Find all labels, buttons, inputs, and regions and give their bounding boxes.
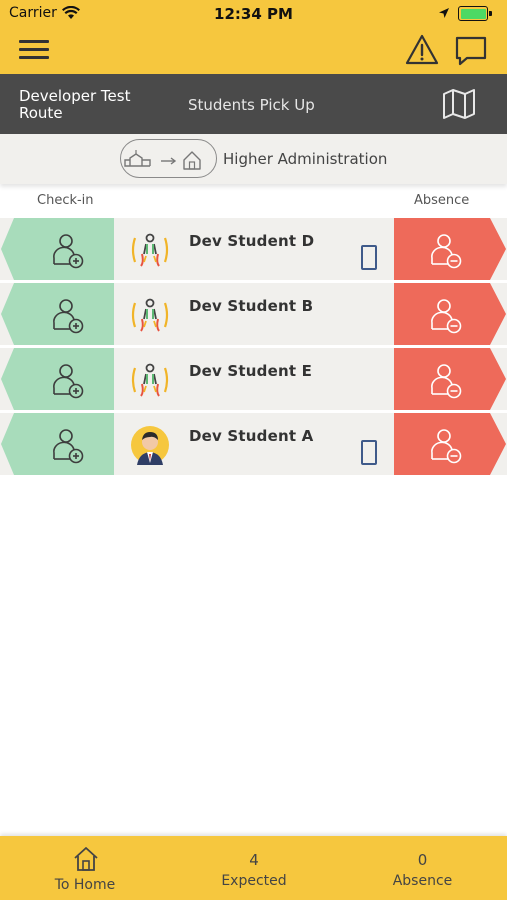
checkin-column-header: Check-in: [37, 193, 94, 208]
tab-absence[interactable]: 0 Absence: [338, 836, 507, 900]
student-name[interactable]: Dev Student A: [189, 427, 313, 445]
status-bar: Carrier 12:34 PM: [0, 0, 507, 28]
student-row: Dev Student E: [0, 348, 507, 410]
battery-icon: [458, 6, 488, 21]
school-to-home-icon: [124, 150, 201, 170]
absence-button[interactable]: [394, 413, 507, 475]
kid-avatar-icon: [131, 363, 169, 397]
student-name[interactable]: Dev Student B: [189, 297, 313, 315]
clock: 12:34 PM: [214, 5, 293, 23]
checkin-button[interactable]: [0, 218, 114, 280]
student-row: Dev Student D: [0, 218, 507, 280]
checkin-button[interactable]: [0, 283, 114, 345]
nav-bar: [0, 28, 507, 74]
battery-tip: [489, 11, 492, 16]
route-header: Developer Test Route Students Pick Up: [0, 74, 507, 134]
absence-label: Absence: [392, 873, 453, 889]
absence-button[interactable]: [394, 283, 507, 345]
tab-to-home[interactable]: To Home: [0, 836, 170, 900]
absence-column-header: Absence: [414, 193, 470, 208]
tab-to-home-label: To Home: [54, 877, 116, 893]
route-name: Developer Test Route: [19, 87, 131, 122]
phone-icon[interactable]: [361, 245, 377, 270]
map-icon[interactable]: [441, 87, 477, 121]
expected-count: 4: [249, 851, 259, 869]
home-icon: [74, 847, 98, 871]
route-type: Students Pick Up: [188, 96, 315, 114]
student-row: Dev Student A: [0, 413, 507, 475]
chat-bubble-icon[interactable]: [454, 34, 488, 68]
student-row: Dev Student B: [0, 283, 507, 345]
destination-bar: Higher Administration: [0, 134, 507, 184]
boy-photo-avatar-icon: [131, 426, 169, 465]
location-arrow-icon: [439, 8, 449, 18]
warning-icon[interactable]: [405, 33, 439, 67]
tab-expected[interactable]: 4 Expected: [170, 836, 338, 900]
kid-avatar-icon: [131, 298, 169, 332]
hamburger-icon[interactable]: [19, 40, 51, 62]
absence-button[interactable]: [394, 348, 507, 410]
checkin-button[interactable]: [0, 348, 114, 410]
school-to-home-pill[interactable]: [120, 139, 217, 178]
absence-count: 0: [417, 851, 428, 869]
expected-label: Expected: [221, 873, 287, 889]
destination-label: Higher Administration: [223, 150, 388, 168]
student-name[interactable]: Dev Student D: [189, 232, 314, 250]
bottom-tab-bar: To Home 4 Expected 0 Absence: [0, 836, 507, 900]
absence-button[interactable]: [394, 218, 507, 280]
student-name[interactable]: Dev Student E: [189, 362, 312, 380]
phone-icon[interactable]: [361, 440, 377, 465]
checkin-button[interactable]: [0, 413, 114, 475]
kid-avatar-icon: [131, 233, 169, 267]
